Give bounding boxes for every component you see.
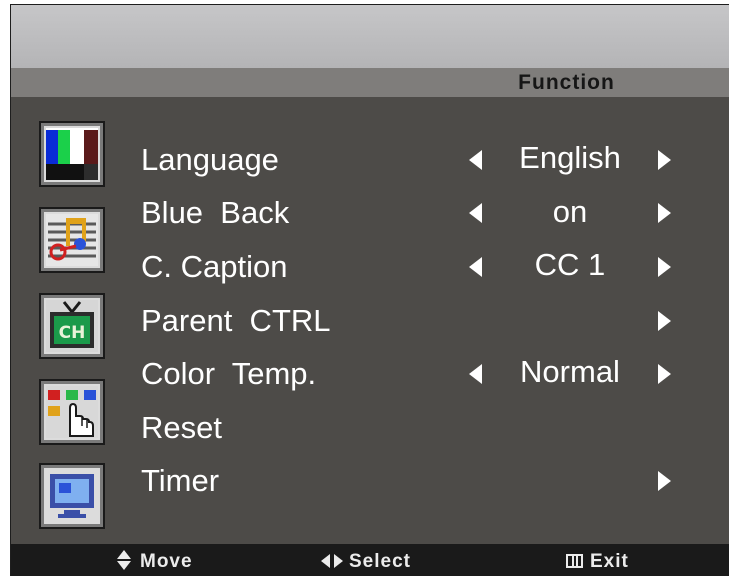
hint-select-label: Select	[349, 551, 411, 572]
osd-menu: Function CH Language English Blue Back o…	[10, 4, 729, 576]
menu-item-label: C. Caption	[141, 249, 288, 284]
up-down-arrow-icon	[117, 550, 132, 570]
footer-hints: Move Select Exit	[11, 544, 729, 576]
arrow-right-icon[interactable]	[658, 203, 671, 223]
menu-item-label: Parent CTRL	[141, 303, 331, 338]
menu-item-label: Reset	[141, 410, 222, 445]
top-bar	[11, 5, 729, 68]
picture-color-bars-icon[interactable]	[39, 121, 105, 187]
timer-monitor-icon[interactable]	[39, 463, 105, 529]
menu-content: CH Language English Blue Back on C. Capt…	[11, 97, 729, 544]
arrow-left-icon[interactable]	[469, 257, 482, 277]
menu-item-value: on	[552, 194, 588, 229]
tv-channel-icon[interactable]: CH	[39, 293, 105, 359]
menu-item-value: CC 1	[534, 247, 606, 282]
hint-move: Move	[117, 544, 193, 576]
arrow-left-icon[interactable]	[469, 364, 482, 384]
arrow-right-icon[interactable]	[658, 311, 671, 331]
left-right-arrow-icon	[321, 554, 343, 568]
audio-music-icon[interactable]	[39, 207, 105, 273]
arrow-right-icon[interactable]	[658, 257, 671, 277]
menu-item-value: Normal	[520, 354, 620, 389]
arrow-left-icon[interactable]	[469, 150, 482, 170]
menu-item-label: Timer	[141, 463, 220, 498]
menu-item-label: Language	[141, 142, 279, 177]
arrow-right-icon[interactable]	[658, 150, 671, 170]
menu-button-icon	[566, 554, 583, 568]
arrow-right-icon[interactable]	[658, 471, 671, 491]
hint-exit: Exit	[566, 544, 629, 576]
arrow-left-icon[interactable]	[469, 203, 482, 223]
hint-move-label: Move	[140, 551, 193, 572]
svg-text:CH: CH	[59, 323, 86, 343]
menu-item-value: English	[519, 140, 621, 175]
menu-item-label: Color Temp.	[141, 356, 317, 391]
function-hand-icon[interactable]	[39, 379, 105, 445]
arrow-right-icon[interactable]	[658, 364, 671, 384]
menu-title: Function	[518, 71, 615, 94]
hint-exit-label: Exit	[590, 551, 629, 572]
hint-select: Select	[321, 544, 411, 576]
menu-item-label: Blue Back	[141, 195, 290, 230]
title-strip: Function	[11, 68, 729, 97]
